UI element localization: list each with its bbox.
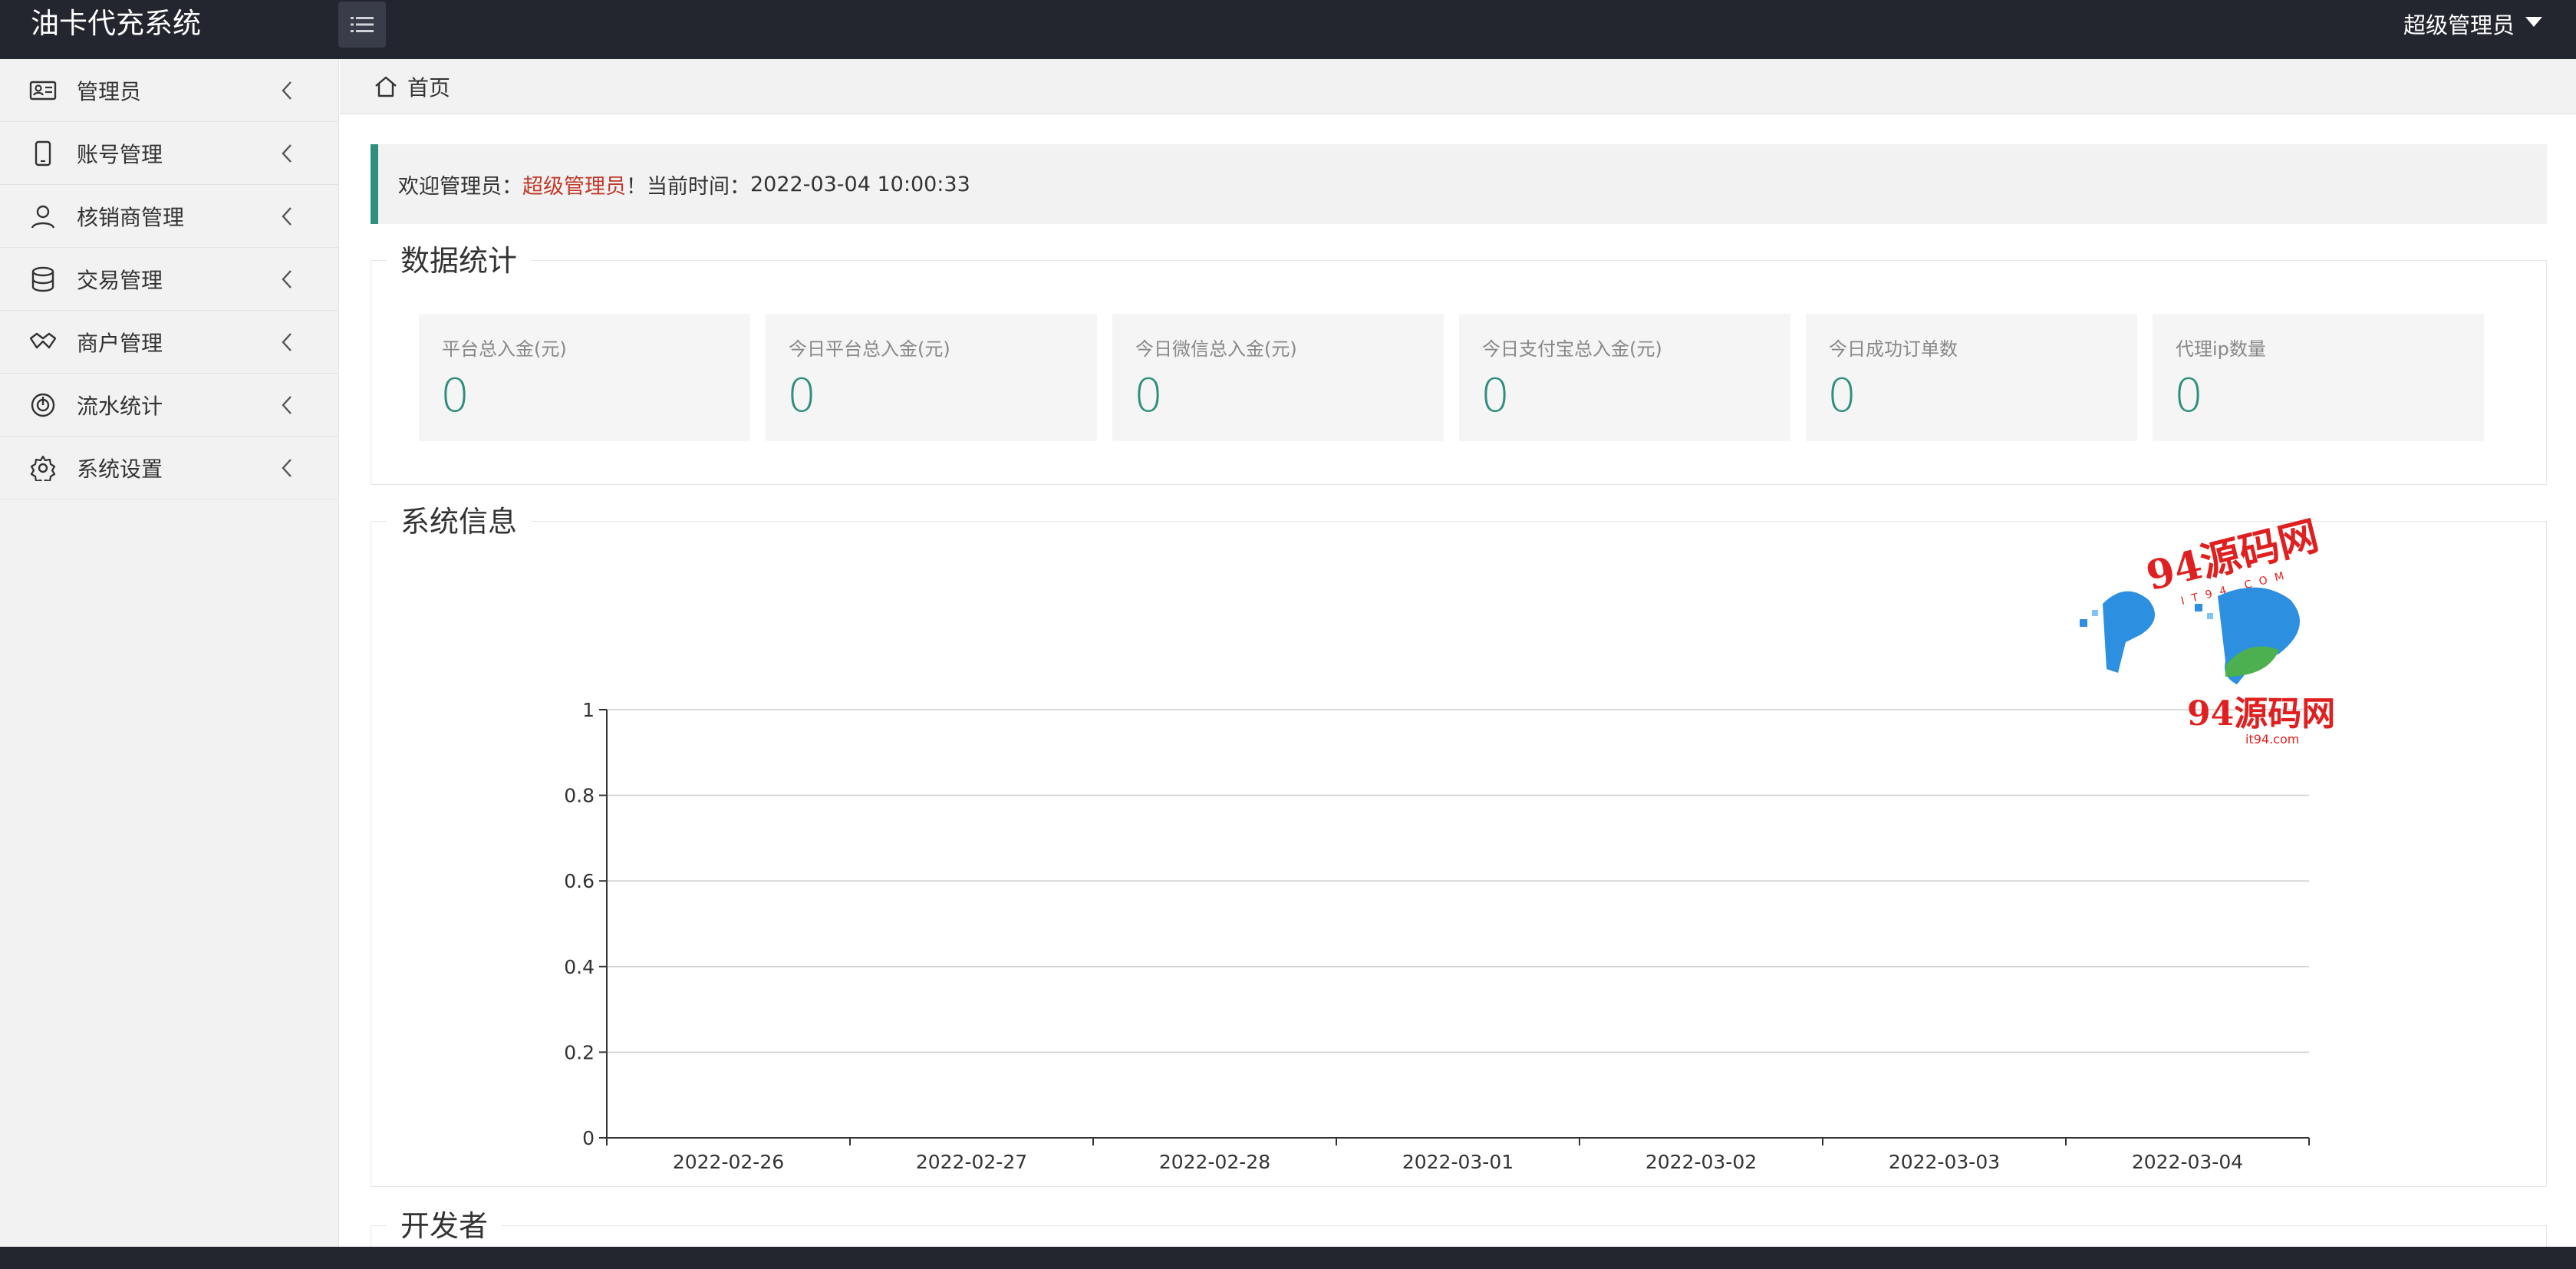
system-info-title: 系统信息 <box>387 502 532 542</box>
stat-card: 今日支付宝总入金(元) 0 <box>1459 314 1790 441</box>
chevron-left-icon <box>282 206 292 226</box>
stat-value: 0 <box>440 369 470 423</box>
sidebar-item-label: 系统设置 <box>77 456 163 482</box>
user-menu[interactable]: 超级管理员 <box>2403 0 2542 48</box>
chevron-left-icon <box>282 395 292 414</box>
app-title: 油卡代充系统 <box>31 7 201 40</box>
y-tick-label: 0.2 <box>564 1041 595 1063</box>
handshake-icon <box>29 328 57 356</box>
sidebar-item-label: 流水统计 <box>77 393 163 419</box>
x-tick-label: 2022-03-04 <box>2132 1151 2243 1173</box>
x-tick-label: 2022-02-27 <box>916 1151 1027 1173</box>
chevron-left-icon <box>282 269 292 288</box>
y-tick-label: 0.4 <box>564 956 595 978</box>
user-icon <box>29 203 57 230</box>
sidebar-item-label: 账号管理 <box>77 141 163 167</box>
sidebar: 管理员 账号管理 核销商管理 交易管理 商户管理 流水统计 系统设置 <box>0 59 339 1247</box>
id-card-icon <box>29 77 57 104</box>
stats-title: 数据统计 <box>387 241 532 281</box>
current-time: 2022-03-04 10:00:33 <box>750 172 970 196</box>
sidebar-item-admin[interactable]: 管理员 <box>0 59 338 122</box>
x-tick-label: 2022-02-26 <box>673 1151 784 1173</box>
logo-p-small-icon <box>2103 591 2155 673</box>
x-tick-label: 2022-02-28 <box>1159 1151 1270 1173</box>
home-icon[interactable] <box>374 75 398 98</box>
welcome-prefix: 欢迎管理员： <box>398 174 522 199</box>
chevron-left-icon <box>282 81 292 100</box>
developer-title: 开发者 <box>387 1206 502 1246</box>
stat-value: 0 <box>787 369 817 423</box>
stats-panel: 数据统计 平台总入金(元) 0 今日平台总入金(元) 0 今日微信总入金(元) … <box>371 241 2547 485</box>
stat-label: 今日成功订单数 <box>1829 338 1958 360</box>
sidebar-item-label: 管理员 <box>77 78 142 104</box>
y-tick-label: 0 <box>582 1127 595 1149</box>
sidebar-item-transactions[interactable]: 交易管理 <box>0 248 338 311</box>
welcome-middle: ！当前时间： <box>626 174 750 199</box>
sidebar-item-label: 交易管理 <box>77 267 163 293</box>
sidebar-item-merchants[interactable]: 商户管理 <box>0 311 338 374</box>
chevron-left-icon <box>282 332 292 351</box>
user-name: 超级管理员 <box>2403 12 2515 38</box>
main-content: 首页 欢迎管理员： 超级管理员 ！当前时间： 2022-03-04 10:00:… <box>340 59 2576 1269</box>
stat-card: 平台总入金(元) 0 <box>419 314 750 441</box>
watermark-sub-bottom: it94.com <box>2245 732 2299 747</box>
sidebar-item-verifiers[interactable]: 核销商管理 <box>0 185 338 248</box>
phone-icon <box>29 140 57 167</box>
y-tick-label: 0.6 <box>564 870 595 892</box>
x-tick-label: 2022-03-03 <box>1889 1151 2000 1173</box>
stat-value: 0 <box>1134 369 1164 423</box>
sidebar-item-settings[interactable]: 系统设置 <box>0 437 338 499</box>
stat-label: 今日微信总入金(元) <box>1135 338 1297 360</box>
stat-value: 0 <box>2174 369 2204 423</box>
menu-toggle-button[interactable] <box>338 2 386 48</box>
sidebar-item-label: 核销商管理 <box>77 204 185 230</box>
stat-value: 0 <box>1827 369 1857 423</box>
stat-label: 今日平台总入金(元) <box>789 338 950 360</box>
stat-label: 代理ip数量 <box>2176 338 2266 360</box>
stat-card: 代理ip数量 0 <box>2153 314 2484 441</box>
watermark-text-bottom: 94源码网 <box>2187 694 2335 733</box>
stat-label: 今日支付宝总入金(元) <box>1482 338 1662 360</box>
top-bar: 油卡代充系统 超级管理员 <box>0 0 2576 59</box>
bottom-bar <box>0 1247 2576 1269</box>
stat-card: 今日平台总入金(元) 0 <box>766 314 1097 441</box>
gear-icon <box>29 454 57 482</box>
stat-card: 今日微信总入金(元) 0 <box>1112 314 1444 441</box>
database-icon <box>29 265 57 293</box>
list-icon <box>351 17 374 32</box>
y-tick-label: 1 <box>582 699 595 721</box>
dial-icon <box>29 391 57 419</box>
sidebar-item-accounts[interactable]: 账号管理 <box>0 122 338 185</box>
stat-card: 今日成功订单数 0 <box>1806 314 2137 441</box>
y-tick-label: 0.8 <box>564 785 595 807</box>
stat-label: 平台总入金(元) <box>442 338 567 360</box>
breadcrumb: 首页 <box>340 59 2576 114</box>
welcome-admin-name: 超级管理员 <box>522 174 626 199</box>
x-tick-label: 2022-03-01 <box>1402 1151 1514 1173</box>
caret-down-icon <box>2525 16 2542 27</box>
breadcrumb-home[interactable]: 首页 <box>407 71 450 102</box>
stat-value: 0 <box>1481 369 1510 423</box>
welcome-banner: 欢迎管理员： 超级管理员 ！当前时间： 2022-03-04 10:00:33 <box>371 144 2547 224</box>
chevron-left-icon <box>282 143 292 163</box>
chevron-left-icon <box>282 458 292 477</box>
watermark-logo: 94源码网 IT94.COM 94源码网 it94.com <box>2080 513 2335 747</box>
sidebar-item-flow-stats[interactable]: 流水统计 <box>0 374 338 437</box>
sidebar-item-label: 商户管理 <box>77 330 163 356</box>
x-tick-label: 2022-03-02 <box>1645 1151 1757 1173</box>
